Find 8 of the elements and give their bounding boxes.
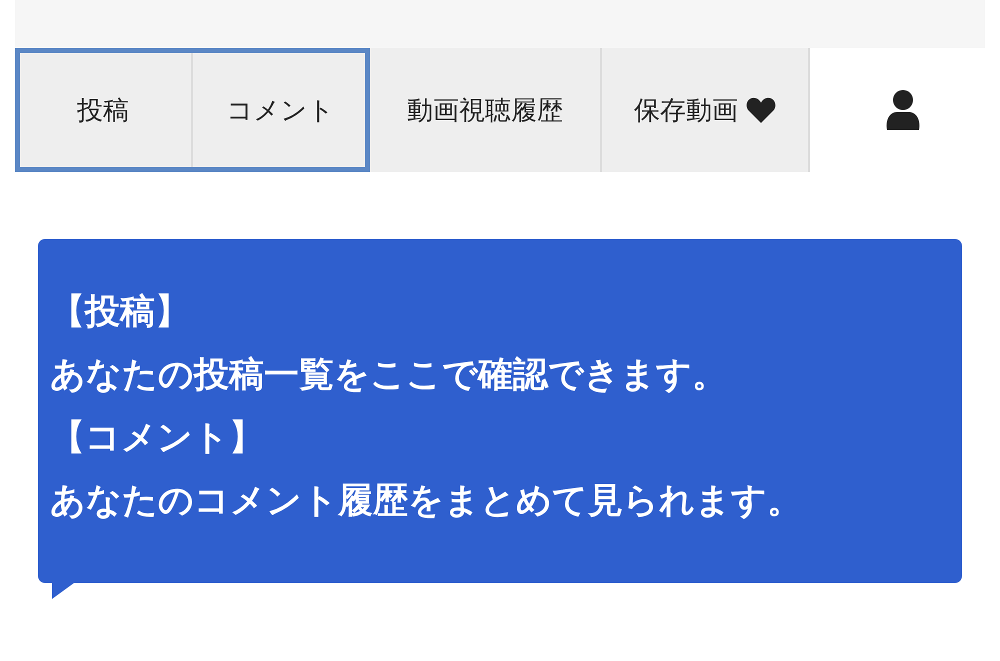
tooltip-text: 【コメント】 [50, 417, 265, 460]
tooltip-text: あなたの投稿一覧をここで確認できます。 [50, 354, 728, 397]
heart-icon [746, 97, 776, 123]
tooltip-text: あなたのコメント履歴をまとめて見られます。 [50, 480, 803, 523]
tab[interactable]: 保存動画 [602, 48, 810, 172]
user-icon[interactable] [884, 90, 920, 130]
tab[interactable]: 動画視聴履歴 [370, 48, 602, 172]
tooltip-text: 【投稿】 [50, 291, 191, 334]
